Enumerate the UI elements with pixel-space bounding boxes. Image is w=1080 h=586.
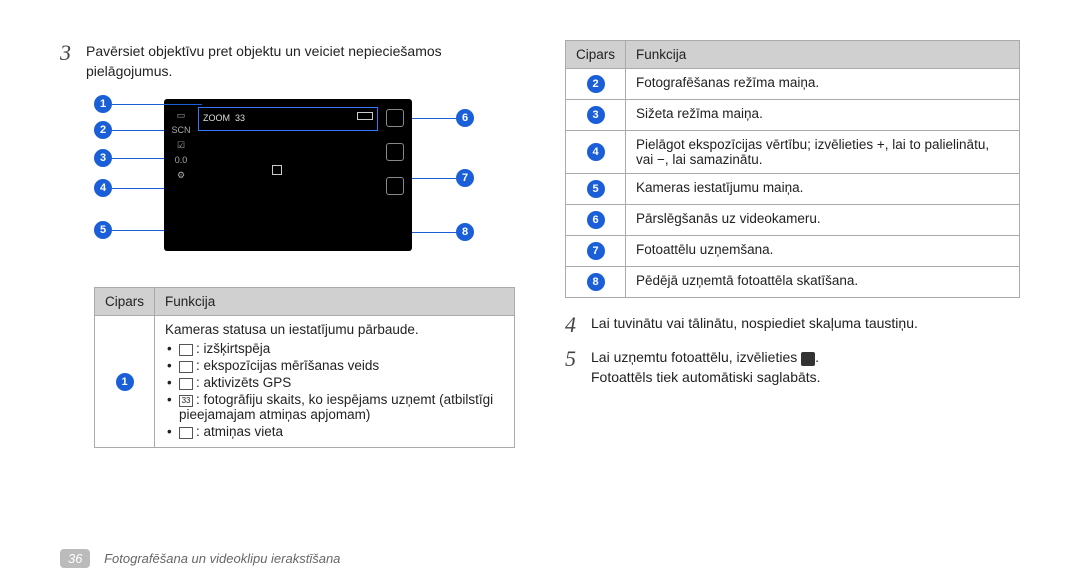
section-title: Fotografēšana un videoklipu ierakstīšana bbox=[104, 551, 340, 566]
row-intro: Kameras statusa un iestatījumu pārbaude. bbox=[165, 322, 504, 337]
table-row: 1 Kameras statusa un iestatījumu pārbaud… bbox=[95, 316, 515, 448]
metering-icon bbox=[179, 361, 193, 373]
callout-3: 3 bbox=[94, 149, 164, 167]
callout-4: 4 bbox=[94, 179, 164, 197]
step-3: 3 Pavērsiet objektīvu pret objektu un ve… bbox=[60, 40, 515, 81]
exposure-value: 0.0 bbox=[175, 156, 188, 165]
callout-7: 7 bbox=[412, 169, 474, 187]
callout-5: 5 bbox=[94, 221, 164, 239]
resolution-icon bbox=[179, 344, 193, 356]
callout-1: 1 bbox=[94, 95, 202, 113]
callout-badge: 5 bbox=[94, 221, 112, 239]
table-header-cipars: Cipars bbox=[566, 41, 626, 69]
step-number: 5 bbox=[565, 346, 591, 372]
last-photo-icon bbox=[386, 177, 404, 195]
table-row: 2Fotografēšanas režīma maiņa. bbox=[566, 69, 1020, 100]
row-badge-2: 2 bbox=[587, 75, 605, 93]
bullet-storage: : atmiņas vieta bbox=[165, 424, 504, 439]
table-row: 8Pēdējā uzņemtā fotoattēla skatīšana. bbox=[566, 267, 1020, 298]
step-text: Lai tuvinātu vai tālinātu, nospiediet sk… bbox=[591, 312, 1020, 334]
viewfinder-right-controls bbox=[380, 107, 410, 243]
row-badge-4: 4 bbox=[587, 143, 605, 161]
focus-brackets-icon bbox=[272, 165, 302, 187]
callout-badge: 4 bbox=[94, 179, 112, 197]
row-badge-6: 6 bbox=[587, 211, 605, 229]
table-header-funkcija: Funkcija bbox=[155, 288, 515, 316]
table-row: 7Fotoattēlu uzņemšana. bbox=[566, 236, 1020, 267]
viewfinder-screen: ZOOM 33 ▭ SCN ☑ 0.0 ⚙ bbox=[164, 99, 412, 251]
count-icon: 33 bbox=[179, 395, 193, 407]
callout-badge: 6 bbox=[456, 109, 474, 127]
bullet-count: 33: fotogrāfiju skaits, ko iespējams uzņ… bbox=[165, 392, 504, 422]
page-number: 36 bbox=[60, 549, 90, 568]
row-badge-8: 8 bbox=[587, 273, 605, 291]
table-row: 4Pielāgot ekspozīcijas vērtību; izvēliet… bbox=[566, 131, 1020, 174]
callout-badge: 3 bbox=[94, 149, 112, 167]
step-text: Pavērsiet objektīvu pret objektu un veic… bbox=[86, 40, 515, 81]
viewfinder-status-bar: ZOOM 33 bbox=[198, 107, 378, 131]
bullet-gps: : aktivizēts GPS bbox=[165, 375, 504, 390]
row-badge-7: 7 bbox=[587, 242, 605, 260]
settings-icon: ⚙ bbox=[177, 171, 185, 180]
photo-count-indicator: 33 bbox=[235, 113, 245, 123]
step-5: 5 Lai uzņemtu fotoattēlu, izvēlieties . … bbox=[565, 346, 1020, 387]
step-4: 4 Lai tuvinātu vai tālinātu, nospiediet … bbox=[565, 312, 1020, 338]
callout-badge: 7 bbox=[456, 169, 474, 187]
callout-badge: 1 bbox=[94, 95, 112, 113]
callout-badge: 8 bbox=[456, 223, 474, 241]
table-row: 5Kameras iestatījumu maiņa. bbox=[566, 174, 1020, 205]
callout-2: 2 bbox=[94, 121, 164, 139]
zoom-indicator-icon: ZOOM bbox=[203, 113, 230, 123]
gps-icon bbox=[179, 378, 193, 390]
table-header-cipars: Cipars bbox=[95, 288, 155, 316]
callout-8: 8 bbox=[412, 223, 474, 241]
bullet-resolution: : izšķirtspēja bbox=[165, 341, 504, 356]
exposure-icon: ☑ bbox=[177, 141, 185, 150]
shutter-inline-icon bbox=[801, 352, 815, 366]
step-number: 4 bbox=[565, 312, 591, 338]
camera-viewfinder-figure: ZOOM 33 ▭ SCN ☑ 0.0 ⚙ bbox=[94, 91, 474, 271]
callout-6: 6 bbox=[412, 109, 474, 127]
viewfinder-left-controls: ▭ SCN ☑ 0.0 ⚙ bbox=[166, 107, 196, 243]
shutter-icon bbox=[386, 143, 404, 161]
switch-camera-icon bbox=[386, 109, 404, 127]
callout-badge: 2 bbox=[94, 121, 112, 139]
step-text: Lai uzņemtu fotoattēlu, izvēlieties . Fo… bbox=[591, 346, 1020, 387]
scene-icon: SCN bbox=[171, 126, 190, 135]
bullet-metering: : ekspozīcijas mērīšanas veids bbox=[165, 358, 504, 373]
row-badge-5: 5 bbox=[587, 180, 605, 198]
table-header-funkcija: Funkcija bbox=[626, 41, 1020, 69]
row-badge-1: 1 bbox=[116, 373, 134, 391]
page-footer: 36 Fotografēšana un videoklipu ierakstīš… bbox=[60, 549, 340, 568]
legend-table-right: Cipars Funkcija 2Fotografēšanas režīma m… bbox=[565, 40, 1020, 298]
table-row: 3Sižeta režīma maiņa. bbox=[566, 100, 1020, 131]
storage-icon bbox=[179, 427, 193, 439]
step-number: 3 bbox=[60, 40, 86, 66]
table-row: 6Pārslēgšanās uz videokameru. bbox=[566, 205, 1020, 236]
battery-icon bbox=[357, 112, 373, 120]
legend-table-left: Cipars Funkcija 1 Kameras statusa un ies… bbox=[94, 287, 515, 448]
row-badge-3: 3 bbox=[587, 106, 605, 124]
